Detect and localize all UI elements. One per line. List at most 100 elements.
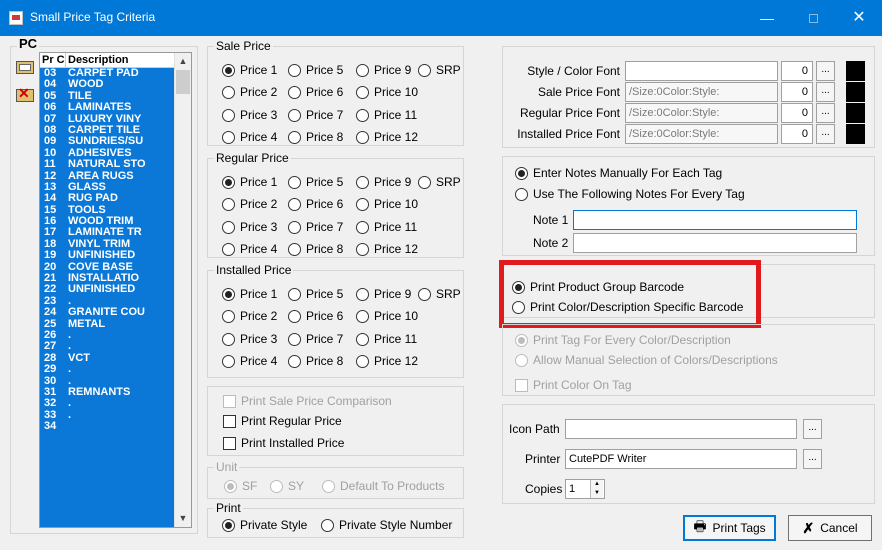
list-item[interactable]: 24 GRANITE COU [40,306,175,318]
list-item[interactable]: 08 CARPET TILE [40,124,175,136]
scroll-thumb[interactable] [176,70,190,94]
unit-sf-radio[interactable]: SF [224,478,257,494]
select-all-icon[interactable] [16,58,34,74]
printer-browse-button[interactable]: ... [803,449,822,469]
list-item[interactable]: 10 ADHESIVES [40,147,175,159]
sale-price-option-price-7-radio[interactable]: Price 7 [288,107,343,123]
list-item[interactable]: 03 CARPET PAD [40,67,175,79]
list-item[interactable]: 33. [40,409,175,421]
list-item[interactable]: 05 TILE [40,90,175,102]
list-item[interactable]: 19 UNFINISHED [40,249,175,261]
style-color-font-browse-button[interactable]: ... [816,61,835,81]
sale-price-font-input[interactable]: /Size:0Color:Style: [625,82,778,102]
icon-path-input[interactable] [565,419,797,439]
list-item[interactable]: 09 SUNDRIES/SU [40,135,175,147]
list-item[interactable]: 15 TOOLS [40,204,175,216]
installed-price-font-size[interactable]: 0 [781,124,813,144]
sale-price-option-price-4-radio[interactable]: Price 4 [222,129,277,145]
list-item[interactable]: 16 WOOD TRIM [40,215,175,227]
list-item[interactable]: 11 NATURAL STO [40,158,175,170]
regular-price-color-swatch[interactable] [846,103,865,123]
manual-selection-radio[interactable]: Allow Manual Selection of Colors/Descrip… [515,352,778,368]
print-tags-button[interactable]: 🖶 Print Tags [683,515,776,541]
list-item[interactable]: 20 COVE BASE [40,261,175,273]
regular-price-option-price-7-radio[interactable]: Price 7 [288,219,343,235]
installed-price-option-price-6-radio[interactable]: Price 6 [288,308,343,324]
list-item[interactable]: 04 WOOD [40,78,175,90]
close-button[interactable]: ✕ [836,0,882,36]
installed-price-option-price-8-radio[interactable]: Price 8 [288,353,343,369]
installed-price-option-price-4-radio[interactable]: Price 4 [222,353,277,369]
notes-manual-radio[interactable]: Enter Notes Manually For Each Tag [515,165,722,181]
sale-price-font-browse-button[interactable]: ... [816,82,835,102]
print-installed-price-checkbox[interactable]: Print Installed Price [223,435,344,451]
sale-price-option-price-11-radio[interactable]: Price 11 [356,107,417,123]
scroll-down-icon[interactable]: ▼ [175,510,191,527]
icon-path-browse-button[interactable]: ... [803,419,822,439]
list-item[interactable]: 13 GLASS [40,181,175,193]
product-group-list[interactable]: Pr C Description 03 CARPET PAD 04 WOOD 05 TIL… [39,52,192,528]
regular-price-option-price-8-radio[interactable]: Price 8 [288,241,343,257]
deselect-all-icon[interactable] [16,85,34,102]
style-color-color-swatch[interactable] [846,61,865,81]
sale-price-option-price-12-radio[interactable]: Price 12 [356,129,418,145]
installed-price-option-price-9-radio[interactable]: Price 9 [356,286,411,302]
sale-price-option-price-8-radio[interactable]: Price 8 [288,129,343,145]
installed-price-option-price-3-radio[interactable]: Price 3 [222,331,277,347]
regular-price-option-price-9-radio[interactable]: Price 9 [356,174,411,190]
installed-price-font-input[interactable]: /Size:0Color:Style: [625,124,778,144]
list-item[interactable]: 32. [40,397,175,409]
sale-price-option-price-9-radio[interactable]: Price 9 [356,62,411,78]
maximize-button[interactable] [790,0,836,36]
regular-price-option-price-5-radio[interactable]: Price 5 [288,174,343,190]
sale-price-option-price-2-radio[interactable]: Price 2 [222,84,277,100]
list-item[interactable]: 22 UNFINISHED [40,284,175,296]
print-color-on-tag-checkbox[interactable]: Print Color On Tag [515,377,632,393]
list-item[interactable]: 28 VCT [40,352,175,364]
regular-price-font-browse-button[interactable]: ... [816,103,835,123]
print-sale-comparison-checkbox[interactable]: Print Sale Price Comparison [223,393,392,409]
list-item[interactable]: 18 VINYL TRIM [40,238,175,250]
sale-price-option-price-5-radio[interactable]: Price 5 [288,62,343,78]
installed-price-color-swatch[interactable] [846,124,865,144]
style-color-font-input[interactable] [625,61,778,81]
printer-input[interactable]: CutePDF Writer [565,449,797,469]
sale-price-option-srp-radio[interactable]: SRP [418,62,461,78]
regular-price-option-price-2-radio[interactable]: Price 2 [222,196,277,212]
column-header-pc[interactable]: Pr C [40,53,66,67]
copies-spinner[interactable]: ▲ ▼ [590,480,603,498]
regular-price-option-price-6-radio[interactable]: Price 6 [288,196,343,212]
list-item[interactable]: 17 LAMINATE TR [40,227,175,239]
list-item[interactable]: 21 INSTALLATIO [40,272,175,284]
installed-price-font-browse-button[interactable]: ... [816,124,835,144]
regular-price-option-price-3-radio[interactable]: Price 3 [222,219,277,235]
installed-price-option-price-12-radio[interactable]: Price 12 [356,353,418,369]
sale-price-font-size[interactable]: 0 [781,82,813,102]
column-header-description[interactable]: Description [66,53,175,67]
sale-price-color-swatch[interactable] [846,82,865,102]
installed-price-option-price-11-radio[interactable]: Price 11 [356,331,417,347]
unit-default-radio[interactable]: Default To Products [322,478,445,494]
list-item[interactable]: 14 RUG PAD [40,192,175,204]
style-color-font-size[interactable]: 0 [781,61,813,81]
list-scrollbar[interactable]: ▲ ▼ [174,53,191,527]
note1-input[interactable] [573,210,857,230]
sale-price-option-price-6-radio[interactable]: Price 6 [288,84,343,100]
installed-price-option-price-2-radio[interactable]: Price 2 [222,308,277,324]
note2-input[interactable] [573,233,857,253]
regular-price-option-price-11-radio[interactable]: Price 11 [356,219,417,235]
installed-price-option-srp-radio[interactable]: SRP [418,286,461,302]
installed-price-option-price-10-radio[interactable]: Price 10 [356,308,418,324]
cancel-button[interactable]: ✗ Cancel [788,515,872,541]
list-item[interactable]: 06 LAMINATES [40,101,175,113]
sale-price-option-price-10-radio[interactable]: Price 10 [356,84,418,100]
list-item[interactable]: 26. [40,329,175,341]
list-item[interactable]: 30. [40,375,175,387]
regular-price-font-size[interactable]: 0 [781,103,813,123]
installed-price-option-price-7-radio[interactable]: Price 7 [288,331,343,347]
minimize-button[interactable]: — [744,0,790,36]
sale-price-option-price-1-radio[interactable]: Price 1 [222,62,277,78]
regular-price-option-srp-radio[interactable]: SRP [418,174,461,190]
list-item[interactable]: 07 LUXURY VINY [40,113,175,125]
unit-sy-radio[interactable]: SY [270,478,304,494]
